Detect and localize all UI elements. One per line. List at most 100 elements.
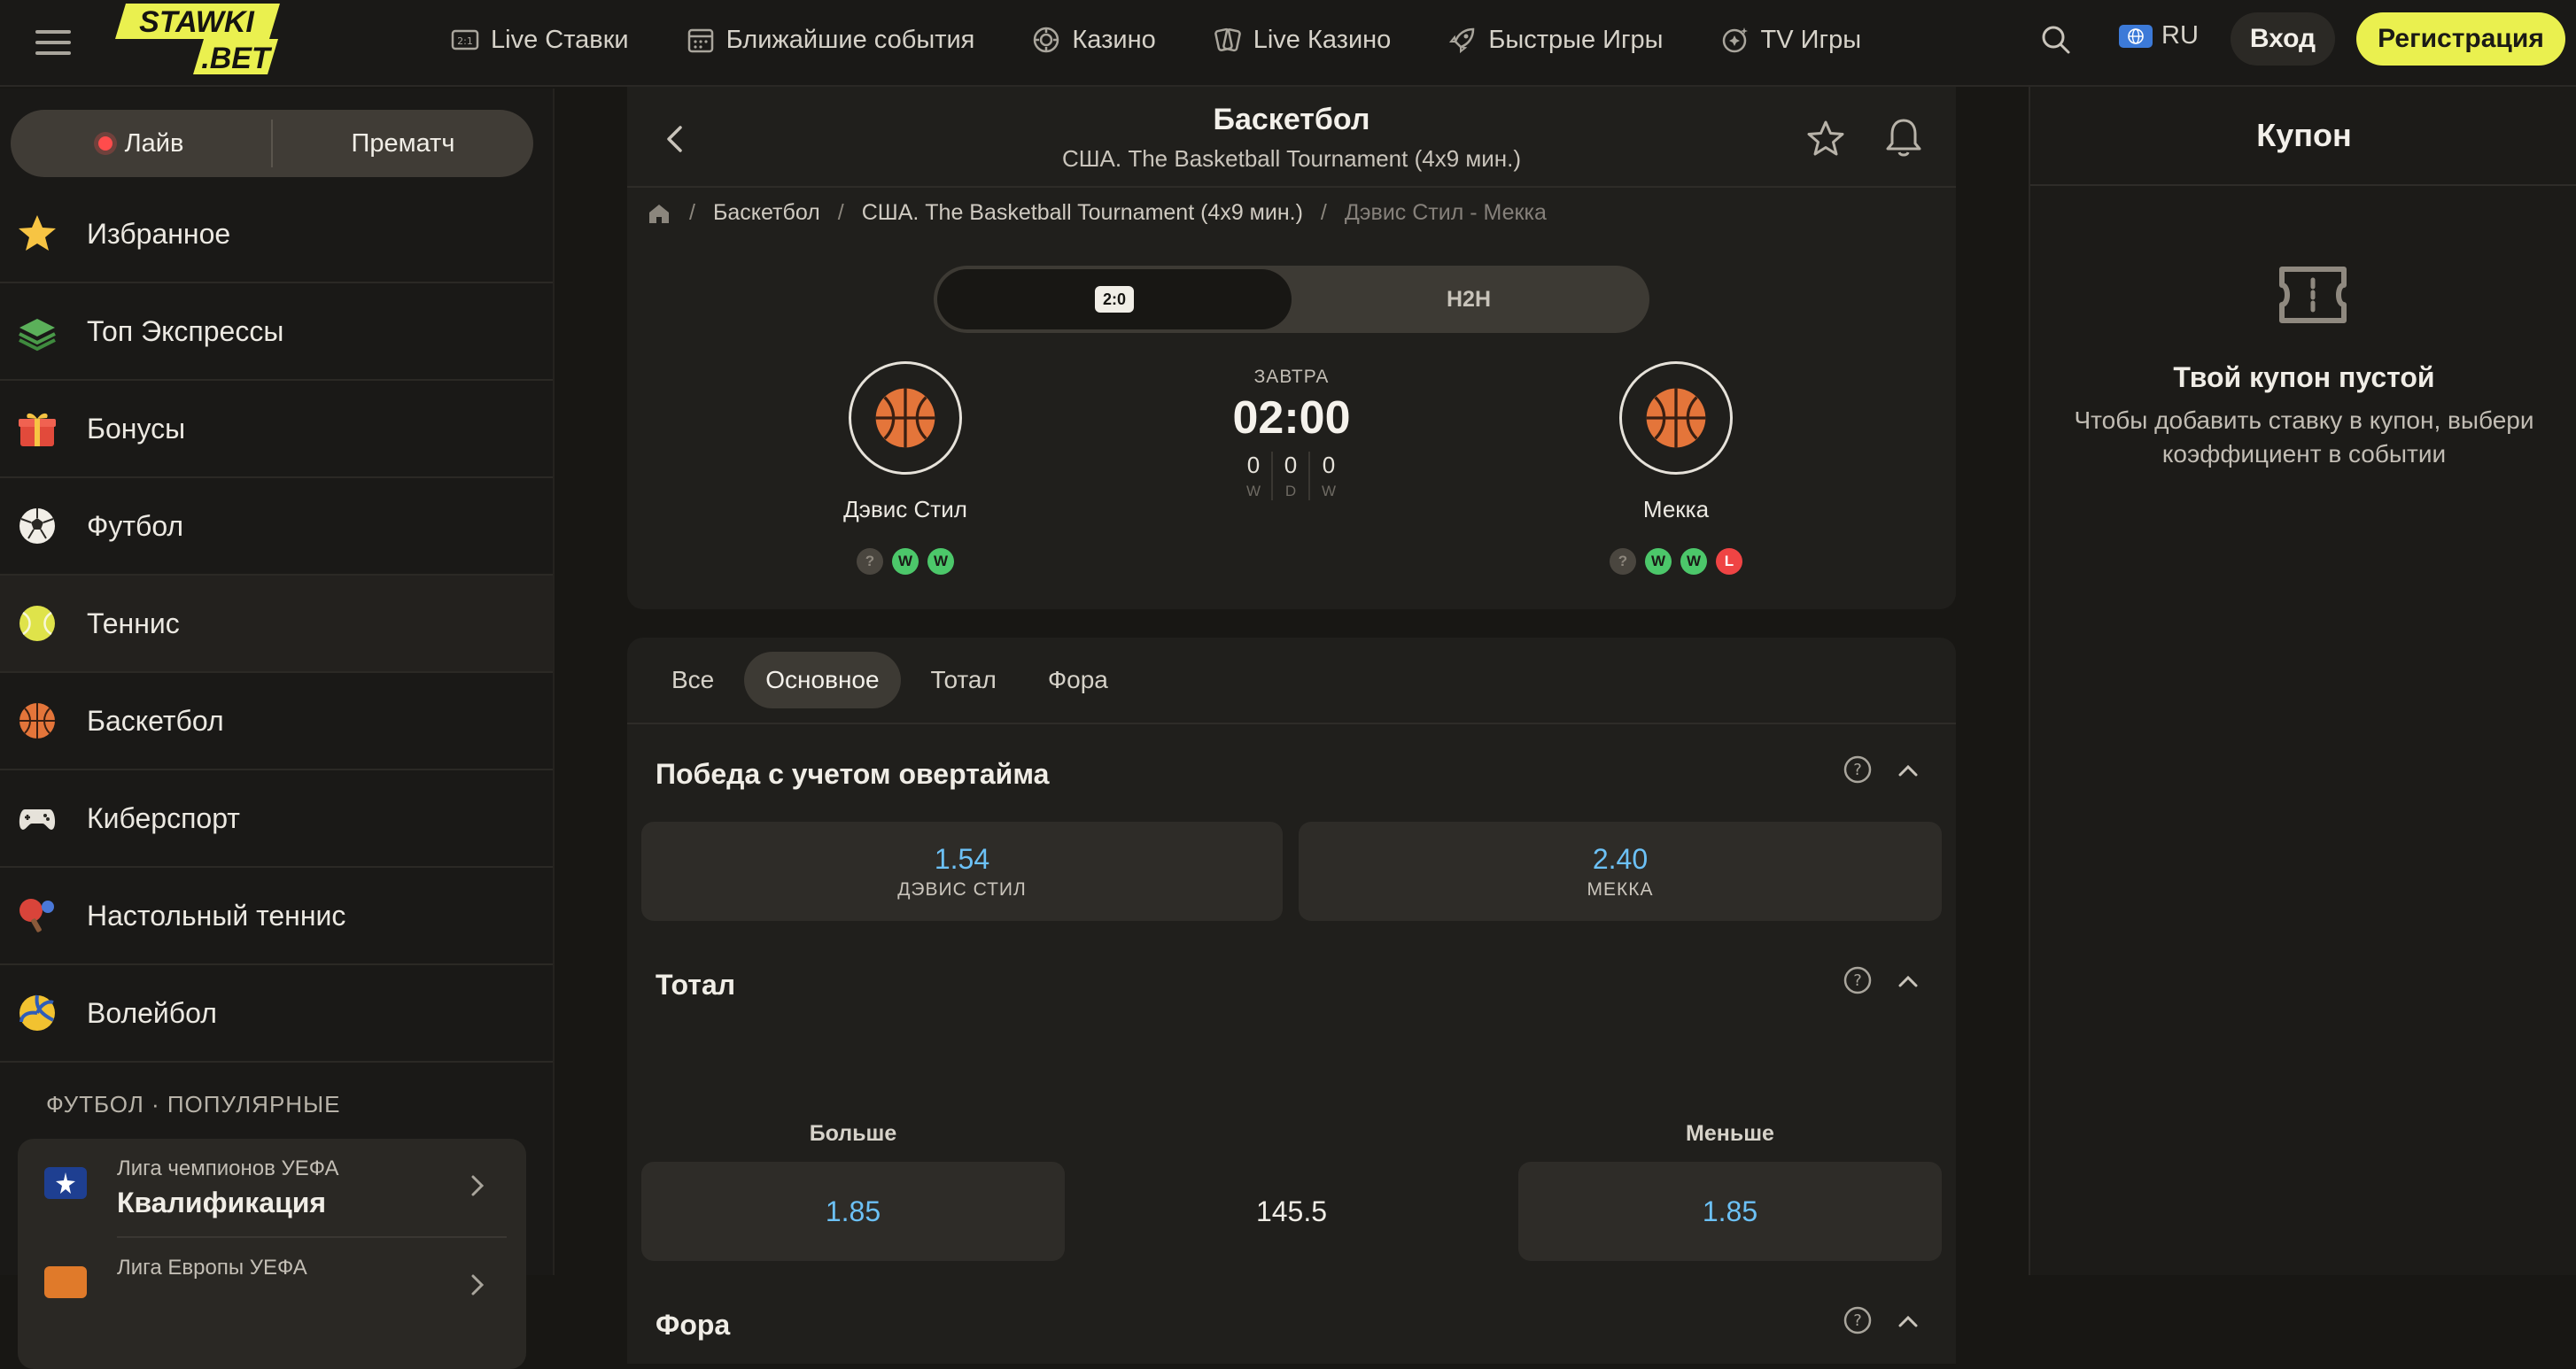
odd-value: 1.54 (934, 843, 990, 875)
nav-label: Казино (1072, 25, 1156, 54)
odd-button-under[interactable]: 1.85 (1518, 1162, 1942, 1261)
svg-text:STAWKI: STAWKI (139, 5, 255, 39)
ucl-logo-icon (44, 1167, 87, 1199)
nav-label: Быстрые Игры (1488, 25, 1664, 54)
chevron-up-icon[interactable] (1896, 758, 1920, 783)
total-line-value: 145.5 (1255, 1195, 1328, 1227)
away-team-name: Мекка (1642, 496, 1710, 522)
league-stage: Квалификация (117, 1187, 327, 1218)
sidebar-item-basketball[interactable]: Баскетбол (0, 673, 553, 770)
nav-upcoming[interactable]: Ближайшие события (686, 25, 974, 55)
tournament-subtitle: США. The Basketball Tournament (4x9 мин.… (1061, 145, 1522, 172)
ticket-icon (2279, 267, 2347, 323)
chevron-up-icon[interactable] (1896, 1309, 1920, 1334)
sports-list: Избранное Топ Экспрессы Бонусы Футбол Те… (0, 186, 553, 1063)
away-team-logo (1619, 361, 1733, 475)
coupon-empty-hint: Чтобы добавить ставку в купон, выбери ко… (2074, 406, 2534, 468)
breadcrumb: / Баскетбол / США. The Basketball Tourna… (647, 200, 1547, 226)
h2h-draws: 0D (1273, 452, 1310, 500)
prematch-tab[interactable]: Прематч (273, 129, 533, 159)
home-team-form: ? W W (790, 548, 1020, 575)
help-icon[interactable]: ? (1843, 1305, 1873, 1335)
over-label: Больше (809, 1121, 897, 1146)
form-win-badge: W (1645, 548, 1672, 575)
live-tab-label: Лайв (124, 128, 184, 158)
breadcrumb-sport[interactable]: Баскетбол (713, 200, 820, 226)
h2h-wins-home: 0W (1236, 452, 1273, 500)
help-icon[interactable]: ? (1843, 754, 1873, 785)
live-indicator-icon (97, 136, 113, 151)
sidebar-item-esports[interactable]: Киберспорт (0, 770, 553, 868)
search-icon[interactable] (2037, 21, 2075, 58)
sidebar-item-label: Волейбол (87, 996, 217, 1029)
league-row-ucl[interactable]: Лига чемпионов УЕФА Квалификация (18, 1139, 526, 1238)
match-day: ЗАВТРА (1253, 367, 1330, 387)
breadcrumb-event: Дэвис Стил - Мекка (1344, 200, 1547, 225)
h2h-record: 0W 0D 0W (1114, 452, 1469, 500)
nav-fast-games[interactable]: Быстрые Игры (1447, 25, 1664, 55)
away-team-form: ? W W L (1561, 548, 1791, 575)
sidebar-item-favorites[interactable]: Избранное (0, 186, 553, 283)
login-button[interactable]: Вход (2231, 12, 2335, 66)
svg-text:?: ? (1853, 971, 1862, 990)
odd-button-home[interactable]: 1.54 ДЭВИС СТИЛ (641, 822, 1283, 921)
sidebar-item-label: Футбол (87, 509, 184, 542)
nav-live-bets[interactable]: 2:1 Live Ставки (450, 25, 629, 55)
sidebar-item-top-express[interactable]: Топ Экспрессы (0, 283, 553, 381)
chevron-up-icon[interactable] (1896, 969, 1920, 994)
form-win-badge: W (1680, 548, 1707, 575)
home-icon[interactable] (647, 201, 671, 226)
svg-text:2:1: 2:1 (457, 35, 473, 47)
language-label: RU (2161, 21, 2199, 50)
tabs-divider (627, 723, 1956, 724)
nav-tv-games[interactable]: TV Игры (1720, 25, 1862, 55)
odd-button-away[interactable]: 2.40 МЕККА (1299, 822, 1942, 921)
breadcrumb-separator: / (689, 200, 695, 225)
sidebar-item-volleyball[interactable]: Волейбол (0, 965, 553, 1063)
popular-leagues-card: Лига чемпионов УЕФА Квалификация Лига Ев… (18, 1139, 526, 1369)
match-center-info: ЗАВТРА 02:00 0W 0D 0W (1114, 367, 1469, 500)
h2h-tab[interactable]: H2H (1292, 269, 1646, 329)
tennis-ball-icon (14, 600, 60, 646)
scoreboard-tab[interactable]: 2:0 (937, 269, 1292, 329)
odd-button-over[interactable]: 1.85 (641, 1162, 1065, 1261)
tab-all[interactable]: Все (650, 652, 735, 708)
sports-sidebar: Лайв Прематч Избранное Топ Экспрессы Бон… (0, 89, 555, 1275)
sidebar-item-football[interactable]: Футбол (0, 478, 553, 576)
nav-live-casino[interactable]: Live Казино (1213, 25, 1391, 55)
breadcrumb-tournament[interactable]: США. The Basketball Tournament (4x9 мин.… (862, 200, 1303, 226)
odd-value: 1.85 (825, 1195, 881, 1227)
language-selector[interactable]: RU (2119, 21, 2199, 50)
uel-logo-icon (44, 1266, 87, 1298)
register-button[interactable]: Регистрация (2356, 12, 2565, 66)
odd-outcome: ДЭВИС СТИЛ (897, 879, 1027, 900)
sidebar-item-label: Топ Экспрессы (87, 314, 284, 347)
market-title-handicap: Фора (656, 1309, 731, 1341)
popular-section-title: ФУТБОЛ · ПОПУЛЯРНЫЕ (46, 1091, 341, 1118)
tab-main[interactable]: Основное (744, 652, 901, 708)
svg-text:?: ? (1853, 761, 1862, 779)
tab-total[interactable]: Тотал (910, 652, 1018, 708)
tab-handicap[interactable]: Фора (1027, 652, 1129, 708)
sidebar-item-bonuses[interactable]: Бонусы (0, 381, 553, 478)
favorite-star-icon[interactable] (1805, 119, 1846, 159)
match-header-card: Баскетбол США. The Basketball Tournament… (627, 87, 1956, 609)
help-icon[interactable]: ? (1843, 965, 1873, 995)
stawki-bet-logo[interactable]: STAWKI .BET (115, 2, 287, 76)
sidebar-item-tennis[interactable]: Теннис (0, 576, 553, 673)
form-win-badge: W (927, 548, 954, 575)
live-tab[interactable]: Лайв (11, 129, 271, 159)
league-row-uel[interactable]: Лига Европы УЕФА (18, 1238, 526, 1337)
sidebar-item-label: Киберспорт (87, 801, 240, 834)
menu-icon[interactable] (35, 25, 71, 60)
gift-icon (14, 406, 60, 452)
nav-label: TV Игры (1760, 25, 1862, 54)
layers-icon (14, 308, 60, 354)
notification-bell-icon[interactable] (1883, 115, 1924, 159)
scoreboard-icon: 2:1 (451, 29, 479, 50)
chevron-right-icon (471, 1274, 485, 1296)
sidebar-item-table-tennis[interactable]: Настольный теннис (0, 868, 553, 965)
nav-casino[interactable]: Казино (1031, 25, 1156, 55)
home-team: Дэвис Стил ? W W (790, 361, 1020, 575)
sidebar-item-label: Баскетбол (87, 704, 224, 737)
